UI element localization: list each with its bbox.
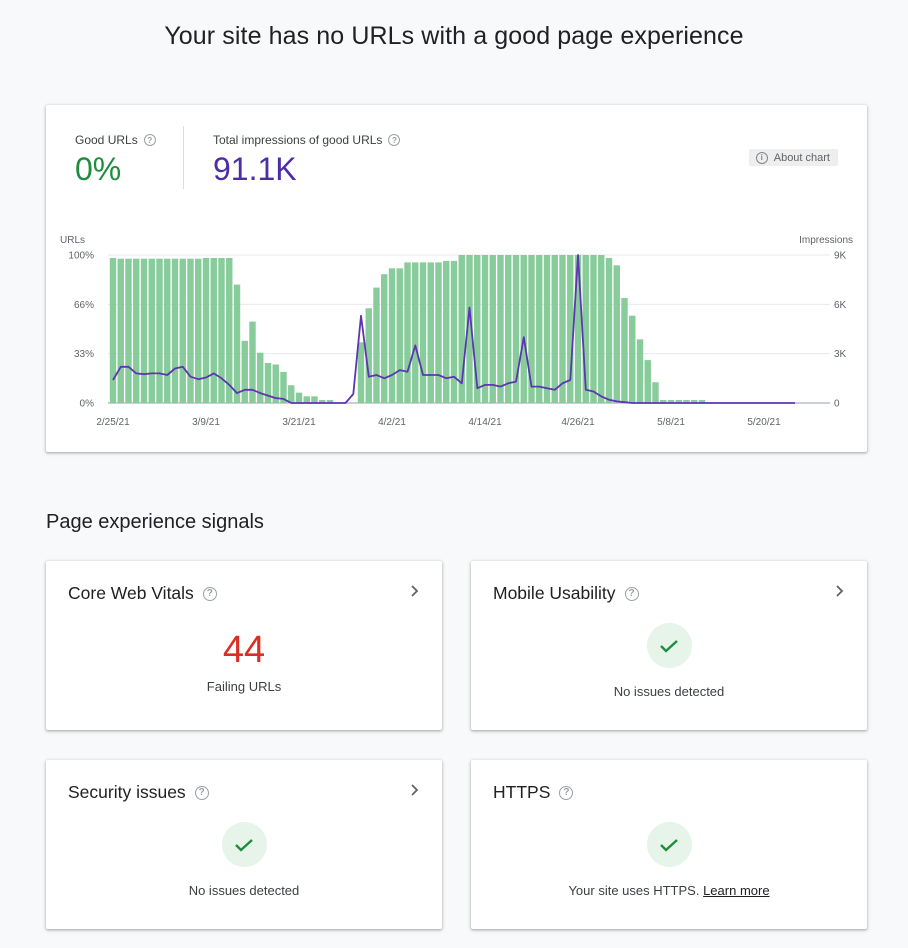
right-tick-label: 3K — [834, 349, 847, 360]
card-title: HTTPS — [493, 782, 551, 802]
card-title: Core Web Vitals — [68, 583, 194, 603]
good-urls-chart-card: Good URLs ? 0% Total impressions of good… — [46, 105, 867, 452]
bar — [396, 268, 403, 403]
bar — [241, 340, 248, 403]
x-tick-label: 3/9/21 — [192, 417, 220, 428]
check-icon — [646, 822, 692, 867]
left-axis-title: URLs — [60, 235, 85, 246]
core-web-vitals-card[interactable]: Core Web Vitals ? 44 Failing URLs — [46, 561, 442, 730]
x-tick-label: 4/2/21 — [378, 417, 406, 428]
x-tick-label: 4/14/21 — [468, 417, 502, 428]
bar — [419, 262, 427, 403]
right-tick-label: 0 — [834, 399, 840, 410]
bar — [388, 268, 396, 403]
bar — [140, 258, 148, 403]
card-title: Security issues — [68, 782, 186, 802]
x-tick-label: 3/21/21 — [282, 417, 316, 428]
left-tick-label: 66% — [74, 300, 94, 311]
left-tick-label: 33% — [74, 349, 94, 360]
bar — [543, 255, 551, 403]
bar — [148, 258, 155, 403]
bar — [644, 360, 651, 403]
bar — [202, 257, 210, 403]
x-tick-label: 2/25/21 — [96, 417, 130, 428]
bar — [590, 255, 597, 403]
bar — [404, 262, 411, 403]
failing-urls-count: 44 — [222, 629, 266, 671]
right-tick-label: 6K — [834, 300, 847, 311]
bar — [109, 257, 117, 403]
status-text: No issues detected — [613, 684, 725, 699]
bar — [489, 255, 496, 403]
help-icon[interactable]: ? — [624, 586, 639, 601]
bar — [373, 287, 380, 403]
bar — [598, 255, 605, 403]
bar — [187, 258, 194, 403]
security-issues-card[interactable]: Security issues ? No issues detected — [46, 760, 442, 929]
https-card: HTTPS ? Your site uses HTTPS. Learn more — [471, 760, 867, 929]
bar — [443, 260, 450, 403]
right-tick-label: 9K — [834, 251, 847, 262]
check-icon — [646, 623, 692, 668]
bar — [311, 396, 318, 403]
bar — [210, 257, 217, 403]
bar — [481, 255, 489, 403]
left-tick-label: 0% — [80, 399, 95, 410]
card-title: Mobile Usability — [493, 583, 616, 603]
bar — [156, 258, 163, 403]
chart[interactable]: 0% 0 33% 3K 66% 6K 100% 9K URLs Impressions 2/25/2… — [46, 105, 867, 452]
bar — [303, 396, 310, 403]
failing-urls-label: Failing URLs — [206, 679, 282, 694]
bar — [629, 315, 636, 403]
x-tick-label: 5/20/21 — [747, 417, 781, 428]
check-icon — [221, 822, 267, 867]
help-icon[interactable]: ? — [559, 785, 574, 800]
bar — [551, 255, 558, 403]
bar — [179, 258, 186, 403]
status-text: No issues detected — [188, 883, 300, 898]
bar — [427, 262, 434, 403]
chevron-right-icon[interactable] — [833, 583, 847, 599]
help-icon[interactable]: ? — [194, 785, 209, 800]
bar — [559, 255, 566, 403]
bar — [164, 258, 171, 403]
bar — [226, 257, 233, 403]
bar — [605, 257, 613, 403]
bar — [621, 297, 628, 403]
x-tick-label: 4/26/21 — [561, 417, 595, 428]
bar — [497, 255, 504, 403]
bar — [233, 284, 241, 403]
bar — [133, 258, 140, 403]
bar — [636, 339, 644, 403]
bar — [613, 265, 620, 403]
chevron-right-icon[interactable] — [408, 583, 422, 599]
bar — [520, 255, 527, 403]
bar — [257, 352, 264, 403]
right-axis-title: Impressions — [799, 235, 853, 246]
learn-more-link[interactable]: Learn more — [703, 883, 769, 898]
bar — [117, 258, 124, 403]
bar — [171, 258, 179, 403]
mobile-usability-card[interactable]: Mobile Usability ? No issues detected — [471, 561, 867, 730]
bar — [381, 274, 388, 403]
bar — [288, 385, 295, 403]
bar — [195, 258, 202, 403]
help-icon[interactable]: ? — [202, 586, 217, 601]
bar — [357, 342, 365, 403]
section-title: Page experience signals — [46, 511, 264, 533]
bar — [435, 262, 442, 403]
page-title: Your site has no URLs with a good page e… — [164, 22, 744, 50]
left-tick-label: 100% — [68, 251, 94, 262]
bar — [125, 258, 132, 403]
bar — [536, 255, 543, 403]
bar — [652, 382, 659, 403]
status-text: Your site uses HTTPS. — [568, 883, 700, 898]
chevron-right-icon[interactable] — [408, 782, 422, 798]
bar — [295, 392, 303, 403]
bar — [450, 260, 458, 403]
chart-bars — [109, 255, 706, 403]
bar — [505, 255, 512, 403]
x-tick-label: 5/8/21 — [657, 417, 685, 428]
bar — [412, 262, 419, 403]
